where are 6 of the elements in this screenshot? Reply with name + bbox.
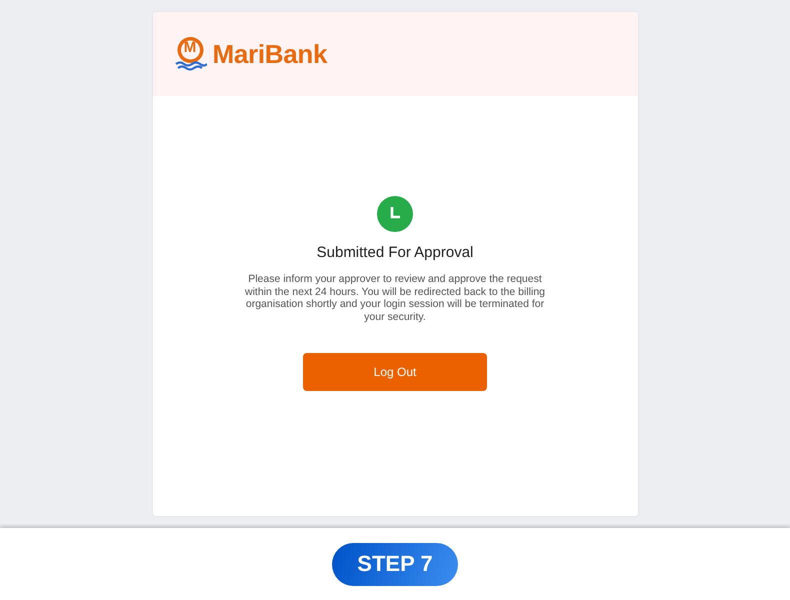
logo-text: MariBank bbox=[212, 38, 328, 70]
step-badge: STEP 7 bbox=[332, 542, 458, 586]
logout-button[interactable]: Log Out bbox=[303, 353, 487, 391]
status-title: Submitted For Approval bbox=[316, 244, 474, 261]
clock-icon bbox=[377, 196, 413, 232]
status-message: Please inform your approver to review and approve the request within the next 24 hours. You will be redirected back to the billing organisation shortly and your login session will be terminated for your security. bbox=[244, 273, 546, 323]
